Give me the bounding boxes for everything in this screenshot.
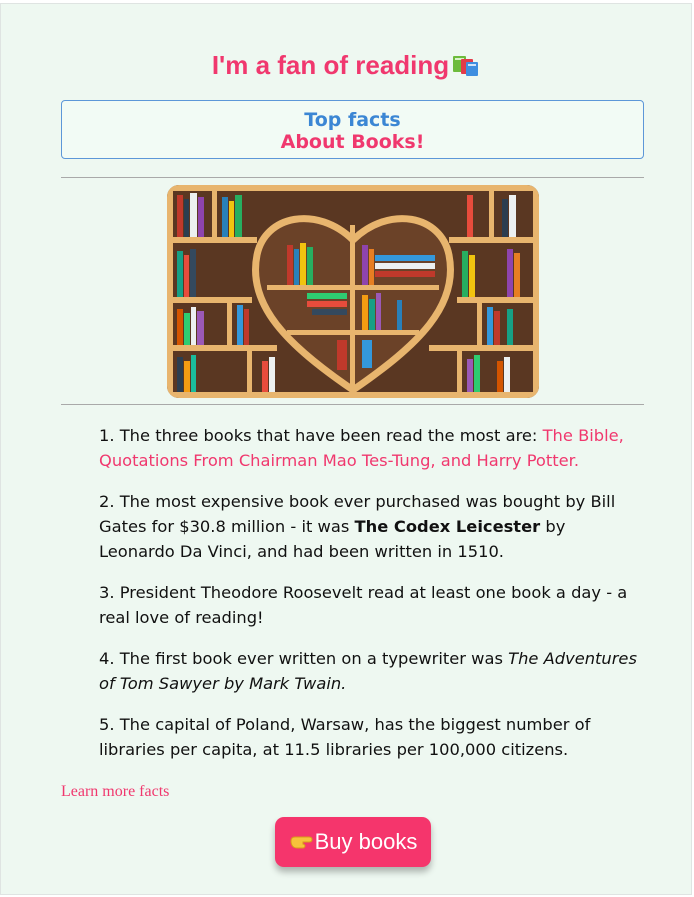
page-card: I'm a fan of reading Top facts About Boo… bbox=[0, 3, 692, 895]
fact-item-5: 5. The capital of Poland, Warsaw, has th… bbox=[99, 712, 639, 762]
page-title-text: I'm a fan of reading bbox=[211, 50, 450, 80]
divider-bottom bbox=[61, 404, 644, 405]
facts-heading-line1: Top facts bbox=[304, 109, 401, 131]
facts-heading-line2: About Books! bbox=[280, 131, 425, 153]
page-title: I'm a fan of reading bbox=[1, 50, 691, 81]
buy-button-label: Buy books bbox=[314, 829, 418, 854]
heart-bookshelf-image bbox=[167, 185, 539, 398]
fact-text: The three books that have been read the … bbox=[119, 426, 538, 445]
fact-text: President Theodore Roosevelt read at lea… bbox=[99, 583, 628, 627]
fact-number: 4. bbox=[99, 649, 115, 668]
fact-text: The first book ever written on a typewri… bbox=[119, 649, 503, 668]
fact-item-1: 1. The three books that have been read t… bbox=[99, 423, 639, 473]
fact-item-3: 3. President Theodore Roosevelt read at … bbox=[99, 580, 639, 630]
fact-number: 3. bbox=[99, 583, 115, 602]
facts-list: 1. The three books that have been read t… bbox=[99, 423, 639, 778]
learn-more-link[interactable]: Learn more facts bbox=[61, 783, 169, 801]
fact-item-2: 2. The most expensive book ever purchase… bbox=[99, 489, 639, 564]
fact-text: The capital of Poland, Warsaw, has the b… bbox=[99, 715, 591, 759]
fact-item-4: 4. The first book ever written on a type… bbox=[99, 646, 639, 696]
books-icon bbox=[453, 56, 479, 76]
fact-number: 1. bbox=[99, 426, 115, 445]
fact-bold-title: The Codex Leicester bbox=[354, 517, 541, 536]
fact-number: 2. bbox=[99, 492, 115, 511]
pointing-hand-icon bbox=[290, 836, 313, 849]
facts-heading-box: Top facts About Books! bbox=[61, 100, 644, 159]
fact-number: 5. bbox=[99, 715, 115, 734]
divider-top bbox=[61, 177, 644, 178]
buy-books-button[interactable]: Buy books bbox=[275, 817, 431, 867]
heart-bookshelf-illustration bbox=[167, 185, 539, 398]
